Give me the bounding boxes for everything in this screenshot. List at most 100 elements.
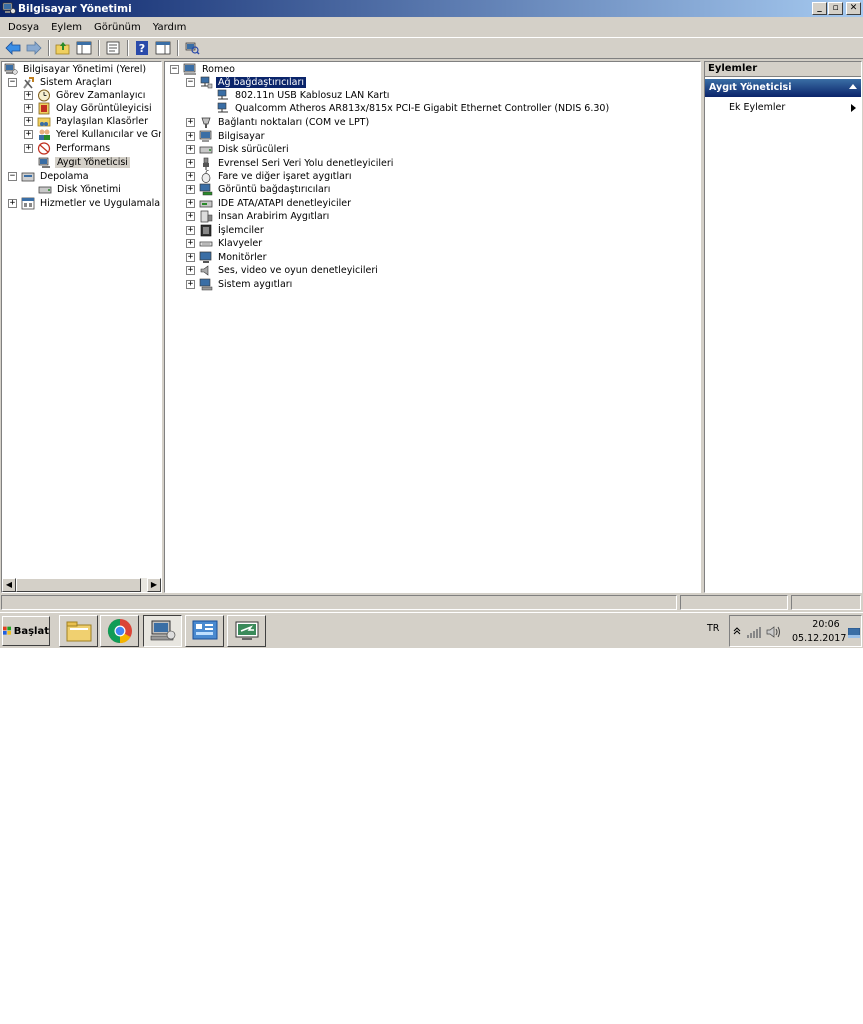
expand-toggle[interactable]: + bbox=[24, 91, 33, 100]
collapse-arrow-icon[interactable] bbox=[849, 84, 857, 89]
forward-button[interactable] bbox=[24, 40, 43, 57]
control-panel-icon bbox=[192, 620, 217, 640]
users-icon bbox=[39, 129, 50, 140]
menu-help[interactable]: Yardım bbox=[153, 22, 187, 33]
clock-time[interactable]: 20:06 bbox=[806, 619, 846, 630]
actions-header: Eylemler bbox=[705, 62, 861, 77]
processor-icon bbox=[200, 224, 212, 237]
scroll-right-button[interactable]: ▶ bbox=[147, 578, 161, 592]
scroll-thumb[interactable] bbox=[16, 578, 141, 592]
tree-services[interactable]: + Hizmetler ve Uygulamalar bbox=[8, 197, 161, 210]
actions-section-device-manager[interactable]: Aygıt Yöneticisi bbox=[705, 79, 861, 97]
device-category[interactable]: + Fare ve diğer işaret aygıtları bbox=[186, 170, 353, 183]
scroll-left-button[interactable]: ◀ bbox=[2, 578, 16, 592]
expand-toggle[interactable]: + bbox=[186, 212, 195, 221]
close-button[interactable]: ✕ bbox=[846, 2, 861, 15]
device-tree-root[interactable]: − Romeo bbox=[170, 63, 237, 76]
toolbar-separator bbox=[48, 40, 50, 56]
clock-date[interactable]: 05.12.2017 bbox=[792, 633, 846, 644]
taskbar-computer-management[interactable] bbox=[143, 615, 182, 647]
volume-icon[interactable] bbox=[766, 625, 782, 639]
computer-management-icon bbox=[150, 620, 175, 641]
scan-hardware-button[interactable] bbox=[182, 40, 201, 57]
device-category[interactable]: + IDE ATA/ATAPI denetleyiciler bbox=[186, 197, 353, 210]
show-hide-tree-button[interactable] bbox=[74, 40, 93, 57]
taskbar-explorer[interactable] bbox=[59, 615, 98, 647]
scan-hardware-icon bbox=[185, 42, 200, 55]
device-item[interactable]: Qualcomm Atheros AR813x/815x PCI-E Gigab… bbox=[216, 102, 611, 115]
device-category[interactable]: + Görüntü bağdaştırıcıları bbox=[186, 183, 332, 196]
tree-performance[interactable]: + Performans bbox=[24, 142, 112, 155]
expand-toggle[interactable]: + bbox=[186, 226, 195, 235]
device-category[interactable]: + İnsan Arabirim Aygıtları bbox=[186, 210, 331, 223]
console-tree[interactable]: Bilgisayar Yönetimi (Yerel) − Sistem Ara… bbox=[1, 61, 162, 593]
up-level-button[interactable] bbox=[53, 40, 72, 57]
expand-toggle[interactable]: + bbox=[186, 172, 195, 181]
tree-shared-folders[interactable]: + Paylaşılan Klasörler bbox=[24, 115, 150, 128]
menu-action[interactable]: Eylem bbox=[51, 22, 82, 33]
device-category[interactable]: + Klavyeler bbox=[186, 237, 264, 250]
device-category[interactable]: + Bağlantı noktaları (COM ve LPT) bbox=[186, 116, 371, 129]
device-category[interactable]: + Ses, video ve oyun denetleyicileri bbox=[186, 264, 380, 277]
expand-toggle[interactable]: + bbox=[8, 199, 17, 208]
device-category[interactable]: + İşlemciler bbox=[186, 224, 266, 237]
menu-view[interactable]: Görünüm bbox=[94, 22, 141, 33]
tree-event-viewer[interactable]: + Olay Görüntüleyicisi bbox=[24, 102, 154, 115]
expand-toggle[interactable]: + bbox=[186, 266, 195, 275]
device-category[interactable]: + Sistem aygıtları bbox=[186, 278, 294, 291]
back-button[interactable] bbox=[3, 40, 22, 57]
computer-icon bbox=[199, 130, 212, 142]
expand-toggle[interactable]: + bbox=[24, 117, 33, 126]
expand-toggle[interactable]: + bbox=[186, 253, 195, 262]
device-category[interactable]: + Monitörler bbox=[186, 251, 269, 264]
monitor-icon bbox=[199, 251, 212, 263]
tree-task-scheduler[interactable]: + Görev Zamanlayıcı bbox=[24, 89, 147, 102]
expand-toggle[interactable]: + bbox=[186, 145, 195, 154]
title-bar[interactable]: Bilgisayar Yönetimi _ ▫ ✕ bbox=[0, 0, 863, 17]
device-category[interactable]: + Bilgisayar bbox=[186, 130, 267, 143]
expand-toggle[interactable]: + bbox=[186, 185, 195, 194]
collapse-toggle[interactable]: − bbox=[8, 78, 17, 87]
taskbar-control-panel[interactable] bbox=[185, 615, 224, 647]
horizontal-scrollbar[interactable]: ◀ ▶ bbox=[2, 578, 161, 592]
tree-device-manager[interactable]: Aygıt Yöneticisi bbox=[38, 156, 130, 169]
taskbar-chrome[interactable] bbox=[100, 615, 139, 647]
device-category-network[interactable]: − Ağ bağdaştırıcıları bbox=[186, 76, 308, 89]
device-category[interactable]: + Disk sürücüleri bbox=[186, 143, 291, 156]
expand-toggle[interactable]: + bbox=[24, 144, 33, 153]
taskbar-remote-desktop[interactable] bbox=[227, 615, 266, 647]
show-action-pane-button[interactable] bbox=[153, 40, 172, 57]
toolbar: ? bbox=[0, 37, 863, 59]
network-signal-icon[interactable] bbox=[746, 626, 762, 638]
tree-system-tools[interactable]: − Sistem Araçları bbox=[8, 76, 114, 89]
tree-disk-management[interactable]: Disk Yönetimi bbox=[38, 183, 123, 196]
expand-toggle[interactable]: + bbox=[186, 280, 195, 289]
collapse-toggle[interactable]: − bbox=[186, 78, 195, 87]
expand-toggle[interactable]: + bbox=[24, 104, 33, 113]
properties-button[interactable] bbox=[103, 40, 122, 57]
expand-toggle[interactable]: + bbox=[186, 118, 195, 127]
show-desktop-icon[interactable] bbox=[848, 628, 860, 638]
restore-button[interactable]: ▫ bbox=[828, 2, 843, 15]
tree-local-users[interactable]: + Yerel Kullanıcılar ve Grupla bbox=[24, 128, 161, 141]
device-tree[interactable]: − Romeo − Ağ bağdaştırıcıları 802.11n US… bbox=[164, 61, 701, 593]
properties-icon bbox=[106, 41, 119, 55]
tree-root[interactable]: Bilgisayar Yönetimi (Yerel) bbox=[4, 63, 148, 76]
expand-toggle[interactable]: + bbox=[186, 159, 195, 168]
expand-toggle[interactable]: + bbox=[186, 239, 195, 248]
expand-toggle[interactable]: + bbox=[186, 132, 195, 141]
help-button[interactable]: ? bbox=[132, 40, 151, 57]
tree-storage[interactable]: − Depolama bbox=[8, 170, 91, 183]
language-indicator[interactable]: TR bbox=[707, 623, 719, 634]
minimize-button[interactable]: _ bbox=[812, 2, 827, 15]
collapse-toggle[interactable]: − bbox=[8, 172, 17, 181]
show-hidden-icons-icon[interactable] bbox=[733, 626, 741, 636]
menu-file[interactable]: Dosya bbox=[8, 22, 39, 33]
expand-toggle[interactable]: + bbox=[186, 199, 195, 208]
start-button[interactable]: Başlat bbox=[2, 616, 50, 646]
device-category[interactable]: + Evrensel Seri Veri Yolu denetleyiciler… bbox=[186, 157, 395, 170]
collapse-toggle[interactable]: − bbox=[170, 65, 179, 74]
device-item[interactable]: 802.11n USB Kablosuz LAN Kartı bbox=[216, 89, 391, 102]
more-actions-item[interactable]: Ek Eylemler bbox=[729, 102, 785, 113]
expand-toggle[interactable]: + bbox=[24, 130, 33, 139]
